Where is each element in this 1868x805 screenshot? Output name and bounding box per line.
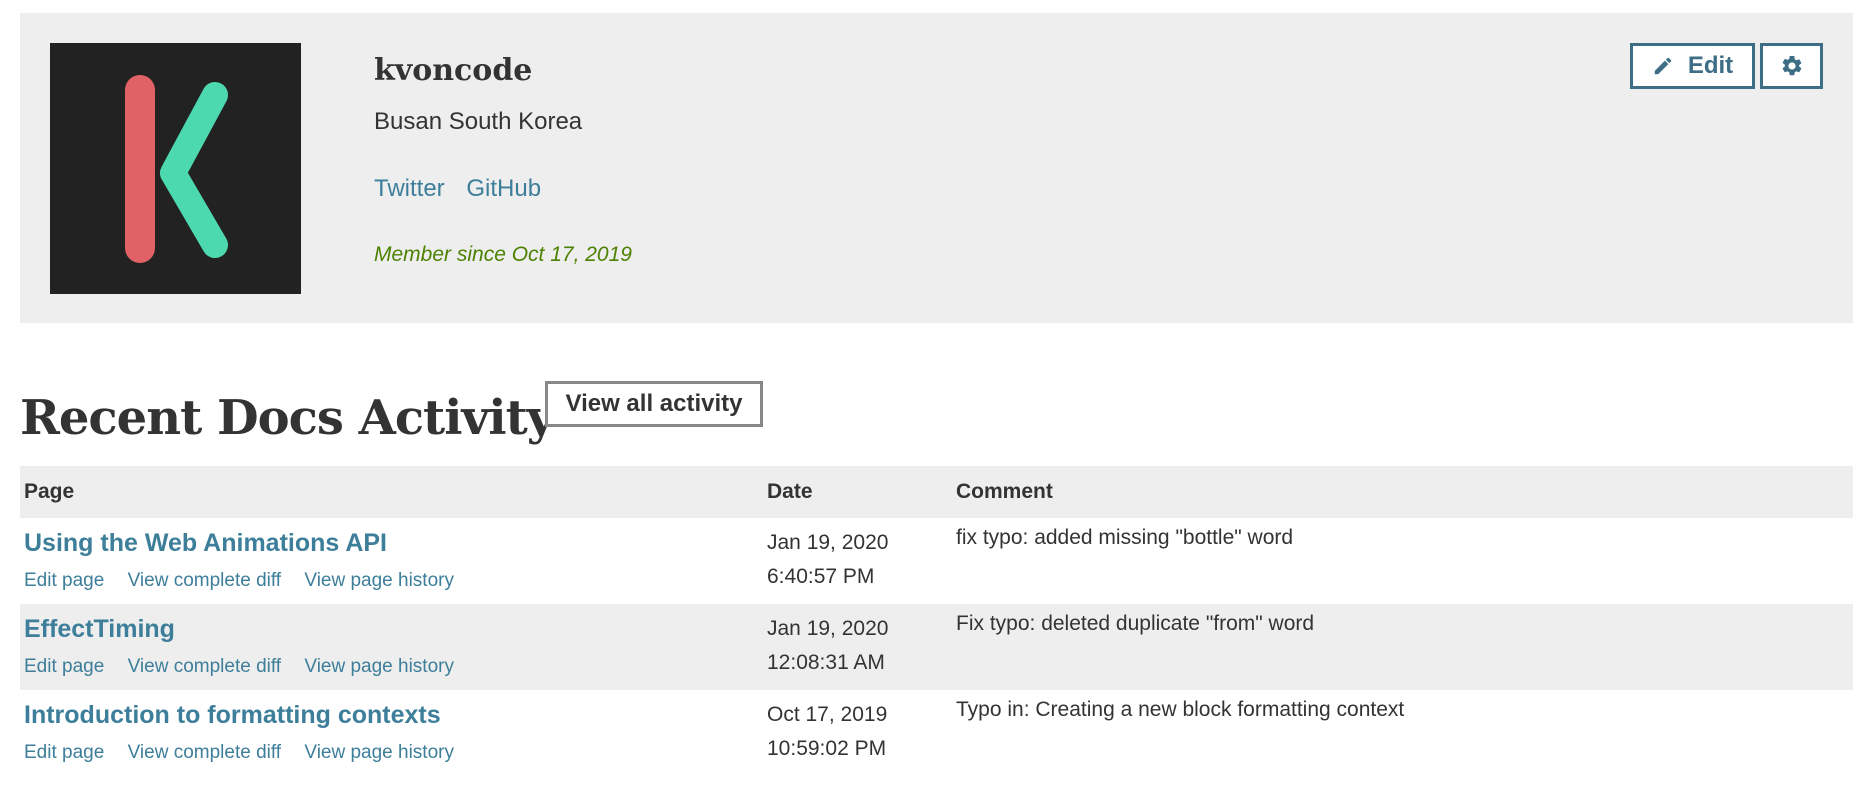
column-header-page: Page <box>20 466 763 518</box>
view-history-link[interactable]: View page history <box>304 742 454 763</box>
view-diff-link[interactable]: View complete diff <box>128 570 282 591</box>
table-header-row: Page Date Comment <box>20 466 1853 518</box>
kvoncode-logo-icon <box>125 75 228 263</box>
twitter-link[interactable]: Twitter <box>374 175 445 202</box>
comment: fix typo: added missing "bottle" word <box>956 526 1294 549</box>
member-since: Member since Oct 17, 2019 <box>374 243 632 266</box>
view-diff-link[interactable]: View complete diff <box>128 656 282 677</box>
view-all-activity-button[interactable]: View all activity <box>545 381 763 427</box>
edit-page-link[interactable]: Edit page <box>24 656 104 677</box>
date-cell: Oct 17, 2019 10:59:02 PM <box>763 690 952 776</box>
page-title-link[interactable]: EffectTiming <box>24 615 759 644</box>
social-links: Twitter GitHub <box>374 175 556 203</box>
gear-icon <box>1782 55 1801 76</box>
date: Oct 17, 2019 <box>767 703 888 726</box>
comment: Fix typo: deleted duplicate "from" word <box>952 604 1853 690</box>
page-cell: EffectTiming Edit page View complete dif… <box>20 604 763 690</box>
view-history-link[interactable]: View page history <box>304 656 454 677</box>
date-cell: Jan 19, 2020 6:40:57 PM <box>763 518 952 604</box>
activity-heading: Recent Docs Activity <box>20 390 555 446</box>
page-title-link[interactable]: Using the Web Animations API <box>24 529 759 558</box>
settings-button[interactable] <box>1760 43 1823 89</box>
comment: Typo in: Creating a new block formatting… <box>956 698 1405 721</box>
username: kvoncode <box>374 53 533 88</box>
edit-profile-button[interactable]: Edit <box>1630 43 1755 89</box>
profile-page: kvoncode Busan South Korea Twitter GitHu… <box>0 0 1868 805</box>
date-cell: Jan 19, 2020 12:08:31 AM <box>763 604 952 690</box>
profile-header: kvoncode Busan South Korea Twitter GitHu… <box>20 13 1853 323</box>
table-row: EffectTiming Edit page View complete dif… <box>20 604 1853 690</box>
view-diff-link[interactable]: View complete diff <box>128 742 282 763</box>
page-cell: Using the Web Animations API Edit page V… <box>20 518 763 604</box>
pencil-icon <box>1654 57 1672 75</box>
activity-table: Page Date Comment Using the Web Animatio… <box>20 466 1853 776</box>
edit-label: Edit <box>1687 52 1734 79</box>
date: Jan 19, 2020 <box>767 617 889 640</box>
page-cell: Introduction to formatting contexts Edit… <box>20 690 763 776</box>
location: Busan South Korea <box>374 108 583 135</box>
column-header-comment: Comment <box>952 466 1853 518</box>
page-title-link[interactable]: Introduction to formatting contexts <box>24 701 759 730</box>
table-row: Using the Web Animations API Edit page V… <box>20 518 1853 604</box>
github-link[interactable]: GitHub <box>466 175 541 202</box>
time: 10:59:02 PM <box>767 737 887 760</box>
column-header-date: Date <box>763 466 952 518</box>
edit-page-link[interactable]: Edit page <box>24 570 104 591</box>
page-actions: Edit page View complete diff View page h… <box>24 742 759 764</box>
table-row: Introduction to formatting contexts Edit… <box>20 690 1853 776</box>
view-history-link[interactable]: View page history <box>304 570 454 591</box>
page-actions: Edit page View complete diff View page h… <box>24 656 759 678</box>
time: 12:08:31 AM <box>767 651 885 674</box>
avatar <box>50 43 301 294</box>
date: Jan 19, 2020 <box>767 531 889 554</box>
time: 6:40:57 PM <box>767 565 875 588</box>
edit-page-link[interactable]: Edit page <box>24 742 104 763</box>
page-actions: Edit page View complete diff View page h… <box>24 570 759 592</box>
